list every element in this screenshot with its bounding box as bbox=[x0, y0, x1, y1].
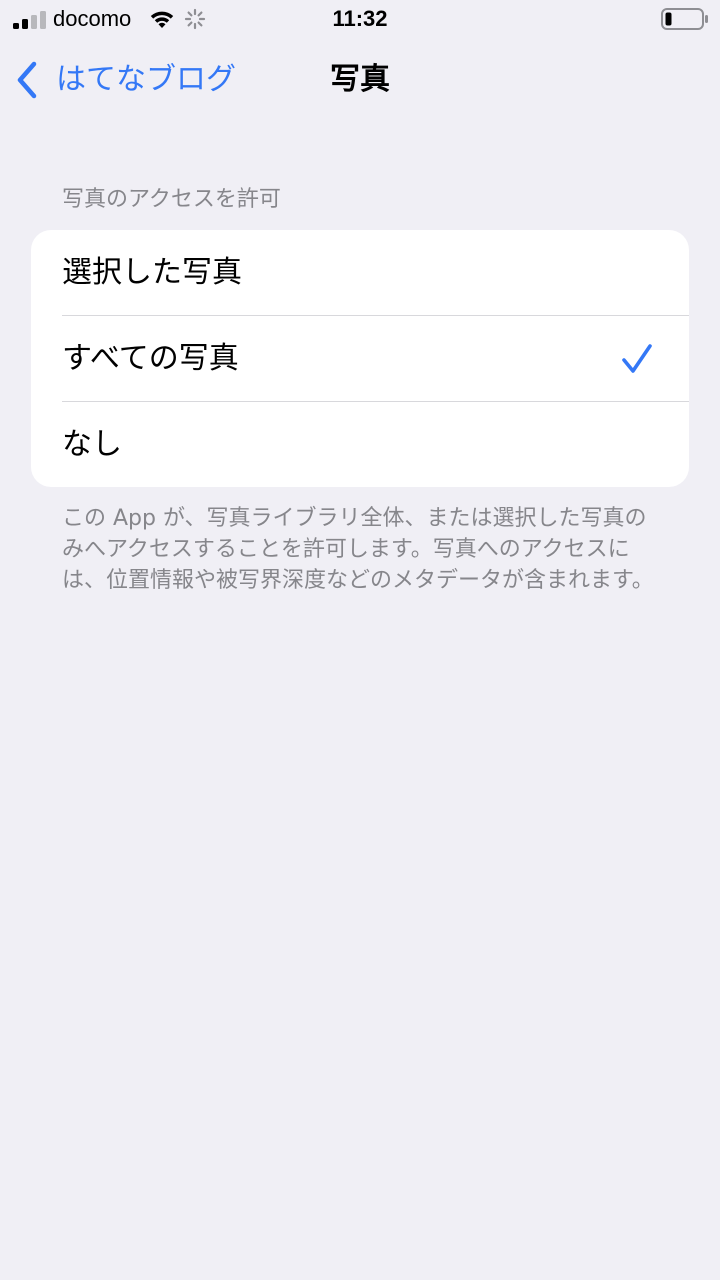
option-none[interactable]: なし bbox=[62, 401, 689, 487]
section-footer-description: この App が、写真ライブラリ全体、または選択した写真のみへアクセスすることを… bbox=[62, 506, 654, 593]
carrier-name: docomo bbox=[53, 6, 132, 31]
battery-icon bbox=[661, 8, 708, 30]
chevron-left-icon bbox=[17, 61, 37, 99]
option-all-photos[interactable]: すべての写真 bbox=[62, 315, 689, 401]
status-time: 11:32 bbox=[332, 6, 388, 31]
option-label: 選択した写真 bbox=[62, 255, 242, 290]
status-bar: docomo 11:32 bbox=[0, 0, 720, 40]
page-title: 写真 bbox=[330, 62, 390, 97]
option-selected-photos[interactable]: 選択した写真 bbox=[31, 230, 689, 315]
back-button-label: はてなブログ bbox=[56, 62, 236, 97]
option-label: すべての写真 bbox=[62, 341, 239, 376]
wifi-icon bbox=[150, 11, 174, 28]
option-label: なし bbox=[62, 427, 122, 462]
checkmark-icon bbox=[622, 344, 652, 373]
back-button[interactable]: はてなブログ bbox=[14, 58, 236, 102]
photo-access-options: 選択した写真 すべての写真 なし bbox=[31, 230, 689, 487]
network-activity-icon bbox=[184, 8, 206, 30]
section-header: 写真のアクセスを許可 bbox=[62, 187, 281, 212]
cellular-signal-icon bbox=[13, 11, 46, 29]
